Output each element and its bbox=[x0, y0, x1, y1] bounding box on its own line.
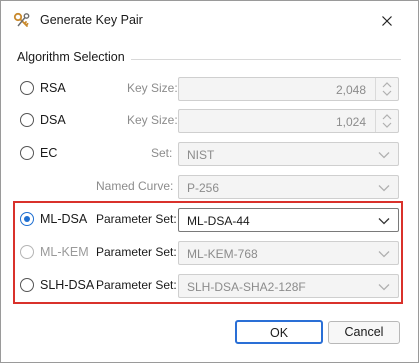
named-curve-row: Named Curve: P-256 bbox=[1, 175, 418, 199]
slh-dsa-parameter-set-label: Parameter Set: bbox=[96, 278, 177, 292]
spinner-icon[interactable] bbox=[375, 110, 398, 132]
key-pair-icon bbox=[12, 11, 32, 31]
slh-dsa-row: SLH-DSA Parameter Set: SLH-DSA-SHA2-128F bbox=[1, 274, 418, 298]
ec-set-label: Set: bbox=[151, 146, 173, 160]
named-curve-value: P-256 bbox=[187, 181, 220, 195]
rsa-row: RSA Key Size: 2,048 bbox=[1, 77, 418, 101]
title-bar: Generate Key Pair bbox=[1, 1, 418, 39]
dsa-key-size-spinner[interactable]: 1,024 bbox=[178, 109, 399, 133]
ml-dsa-parameter-set-dropdown[interactable]: ML-DSA-44 bbox=[178, 208, 399, 232]
algorithm-section-title: Algorithm Selection bbox=[17, 50, 125, 64]
spinner-icon[interactable] bbox=[375, 78, 398, 100]
ml-kem-radio bbox=[20, 245, 34, 259]
ec-set-dropdown[interactable]: NIST bbox=[178, 142, 399, 166]
ml-dsa-row: ML-DSA Parameter Set: ML-DSA-44 bbox=[1, 208, 418, 232]
ec-radio[interactable] bbox=[20, 146, 34, 160]
ml-kem-parameter-set-value: ML-KEM-768 bbox=[187, 247, 258, 261]
slh-dsa-parameter-set-value: SLH-DSA-SHA2-128F bbox=[187, 280, 306, 294]
ok-button[interactable]: OK bbox=[235, 320, 323, 344]
dsa-radio[interactable] bbox=[20, 113, 34, 127]
chevron-down-icon bbox=[378, 152, 390, 159]
chevron-down-icon bbox=[378, 185, 390, 192]
rsa-key-size-spinner[interactable]: 2,048 bbox=[178, 77, 399, 101]
ec-row: EC Set: NIST bbox=[1, 142, 418, 166]
ml-kem-parameter-set-label: Parameter Set: bbox=[96, 245, 177, 259]
ml-dsa-radio[interactable] bbox=[20, 212, 34, 226]
cancel-button[interactable]: Cancel bbox=[328, 321, 400, 344]
rsa-radio[interactable] bbox=[20, 81, 34, 95]
rsa-key-size-value: 2,048 bbox=[335, 83, 366, 97]
chevron-down-icon bbox=[378, 284, 390, 291]
dialog-title: Generate Key Pair bbox=[40, 13, 143, 27]
close-button[interactable] bbox=[373, 7, 401, 35]
section-divider bbox=[131, 59, 401, 60]
named-curve-dropdown[interactable]: P-256 bbox=[178, 175, 399, 199]
ml-kem-label: ML-KEM bbox=[40, 245, 89, 259]
ml-kem-row: ML-KEM Parameter Set: ML-KEM-768 bbox=[1, 241, 418, 265]
dsa-key-size-value: 1,024 bbox=[335, 115, 366, 129]
ec-label: EC bbox=[40, 146, 58, 160]
ml-dsa-label: ML-DSA bbox=[40, 212, 88, 226]
rsa-key-size-label: Key Size: bbox=[127, 81, 178, 95]
slh-dsa-label: SLH-DSA bbox=[40, 278, 95, 292]
rsa-label: RSA bbox=[40, 81, 66, 95]
chevron-down-icon bbox=[378, 251, 390, 258]
close-icon bbox=[382, 16, 392, 26]
ec-set-value: NIST bbox=[187, 148, 215, 162]
slh-dsa-parameter-set-dropdown[interactable]: SLH-DSA-SHA2-128F bbox=[178, 274, 399, 298]
generate-key-pair-dialog: Generate Key Pair Algorithm Selection RS… bbox=[0, 0, 419, 363]
dsa-key-size-label: Key Size: bbox=[127, 113, 178, 127]
slh-dsa-radio[interactable] bbox=[20, 278, 34, 292]
ml-dsa-parameter-set-label: Parameter Set: bbox=[96, 212, 177, 226]
named-curve-label: Named Curve: bbox=[96, 179, 174, 193]
ml-dsa-parameter-set-value: ML-DSA-44 bbox=[187, 214, 250, 228]
dsa-row: DSA Key Size: 1,024 bbox=[1, 109, 418, 133]
ml-kem-parameter-set-dropdown[interactable]: ML-KEM-768 bbox=[178, 241, 399, 265]
dsa-label: DSA bbox=[40, 113, 66, 127]
chevron-down-icon bbox=[378, 218, 390, 225]
